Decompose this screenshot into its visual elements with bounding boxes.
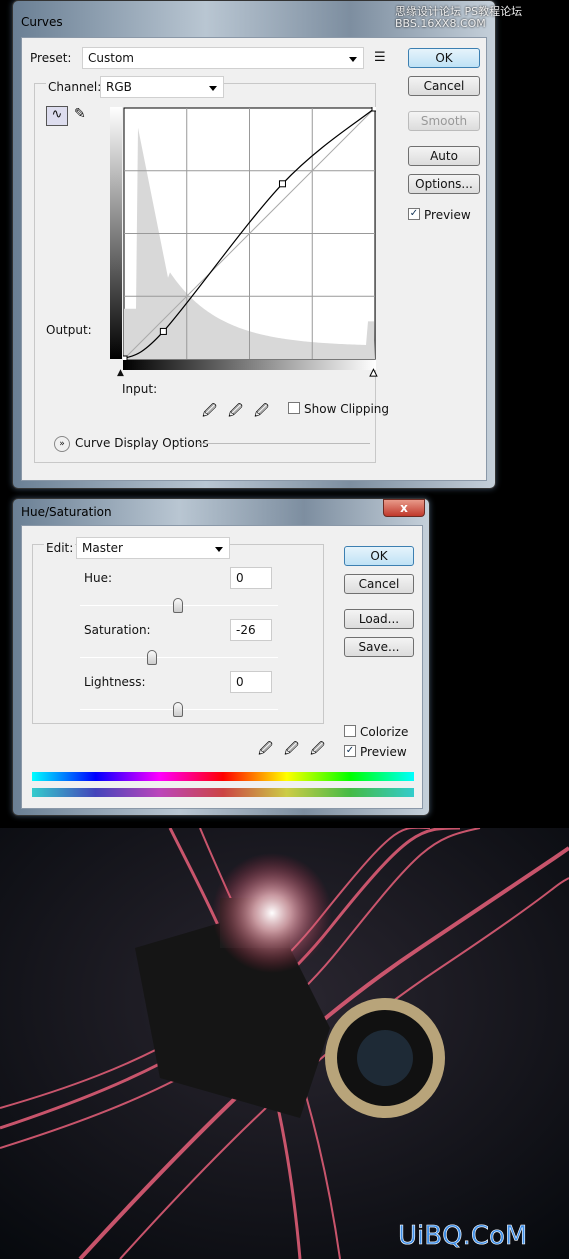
curve-tool-icon[interactable]: ∿ bbox=[46, 106, 68, 126]
expand-icon[interactable]: » bbox=[54, 436, 70, 452]
chevron-down-icon bbox=[215, 547, 223, 552]
curve-graph[interactable] bbox=[123, 107, 376, 360]
preset-select[interactable]: Custom bbox=[82, 47, 364, 69]
edit-label: Edit: bbox=[44, 541, 76, 555]
white-point-slider-icon[interactable]: ▲ bbox=[370, 368, 378, 379]
pencil-icon[interactable]: ✎ bbox=[74, 106, 86, 122]
preset-label: Preset: bbox=[30, 51, 72, 65]
output-label: Output: bbox=[46, 323, 92, 337]
preset-options-icon[interactable]: ☰ bbox=[374, 50, 386, 65]
ok-button[interactable]: OK bbox=[344, 546, 414, 566]
cancel-button[interactable]: Cancel bbox=[344, 574, 414, 594]
preset-value: Custom bbox=[88, 51, 134, 65]
colorize-checkbox[interactable] bbox=[344, 725, 356, 737]
curve-control-point[interactable] bbox=[278, 180, 286, 188]
curve-control-point[interactable] bbox=[371, 107, 376, 112]
curves-title: Curves bbox=[21, 15, 63, 29]
channel-value: RGB bbox=[106, 80, 132, 94]
lightness-label: Lightness: bbox=[84, 675, 146, 689]
eyedropper-black-icon[interactable]: 🖉 bbox=[202, 400, 217, 424]
input-gradient bbox=[123, 360, 376, 370]
hue-input[interactable]: 0 bbox=[230, 567, 272, 589]
hue-spectrum-top bbox=[32, 772, 414, 781]
lightness-slider-thumb[interactable] bbox=[173, 702, 183, 717]
smooth-button[interactable]: Smooth bbox=[408, 111, 480, 131]
input-label: Input: bbox=[122, 382, 158, 396]
eyedropper-icon[interactable]: 🖉 bbox=[258, 738, 273, 762]
preview-label: Preview bbox=[360, 745, 407, 759]
hue-saturation-dialog: Hue/Saturation x Edit: Master Hue: 0 Sat… bbox=[12, 498, 430, 816]
output-gradient bbox=[110, 107, 122, 359]
eyedropper-plus-icon[interactable]: 🖉 bbox=[284, 738, 299, 762]
display-options-label: Curve Display Options bbox=[75, 436, 209, 450]
auto-button[interactable]: Auto bbox=[408, 146, 480, 166]
eyedropper-white-icon[interactable]: 🖉 bbox=[254, 400, 269, 424]
cancel-button[interactable]: Cancel bbox=[408, 76, 480, 96]
eyedropper-minus-icon[interactable]: 🖉 bbox=[310, 738, 325, 762]
hue-client: Edit: Master Hue: 0 Saturation: -26 Ligh… bbox=[21, 525, 423, 809]
hue-saturation-title: Hue/Saturation bbox=[21, 505, 112, 519]
show-clipping-checkbox[interactable] bbox=[288, 402, 300, 414]
watermark-bottom: UiBQ.CoM bbox=[398, 1221, 527, 1251]
edit-group bbox=[32, 544, 324, 724]
saturation-input[interactable]: -26 bbox=[230, 619, 272, 641]
chevron-down-icon bbox=[209, 86, 217, 91]
hue-slider-thumb[interactable] bbox=[173, 598, 183, 613]
edit-select[interactable]: Master bbox=[76, 537, 230, 559]
curves-dialog: Curves Preset: Custom ☰ Channel: RGB ∿ ✎… bbox=[12, 0, 496, 489]
preview-label: Preview bbox=[424, 208, 471, 222]
chevron-down-icon bbox=[349, 57, 357, 62]
hue-spectrum-bottom bbox=[32, 788, 414, 797]
ok-button[interactable]: OK bbox=[408, 48, 480, 68]
curve-control-point[interactable] bbox=[159, 327, 167, 335]
preview-checkbox[interactable]: ✓ bbox=[344, 745, 356, 757]
eyedropper-gray-icon[interactable]: 🖉 bbox=[228, 400, 243, 424]
save-button[interactable]: Save... bbox=[344, 637, 414, 657]
black-point-slider-icon[interactable]: ▲ bbox=[117, 368, 124, 378]
lightness-input[interactable]: 0 bbox=[230, 671, 272, 693]
hue-label: Hue: bbox=[84, 571, 113, 585]
channel-select[interactable]: RGB bbox=[100, 76, 224, 98]
saturation-label: Saturation: bbox=[84, 623, 151, 637]
show-clipping-label: Show Clipping bbox=[304, 402, 390, 416]
options-button[interactable]: Options... bbox=[408, 174, 480, 194]
watermark-top: 思缘设计论坛 PS教程论坛 BBS.16XX8.COM bbox=[395, 5, 523, 30]
load-button[interactable]: Load... bbox=[344, 609, 414, 629]
result-photo: UiBQ.CoM bbox=[0, 828, 569, 1259]
colorize-label: Colorize bbox=[360, 725, 409, 739]
saturation-slider[interactable] bbox=[80, 657, 278, 658]
divider bbox=[198, 443, 370, 444]
edit-value: Master bbox=[82, 541, 123, 555]
curves-client: Preset: Custom ☰ Channel: RGB ∿ ✎ Output… bbox=[21, 37, 487, 481]
channel-label: Channel: bbox=[46, 80, 104, 94]
close-button[interactable]: x bbox=[383, 499, 425, 517]
saturation-slider-thumb[interactable] bbox=[147, 650, 157, 665]
preview-checkbox[interactable]: ✓ bbox=[408, 208, 420, 220]
